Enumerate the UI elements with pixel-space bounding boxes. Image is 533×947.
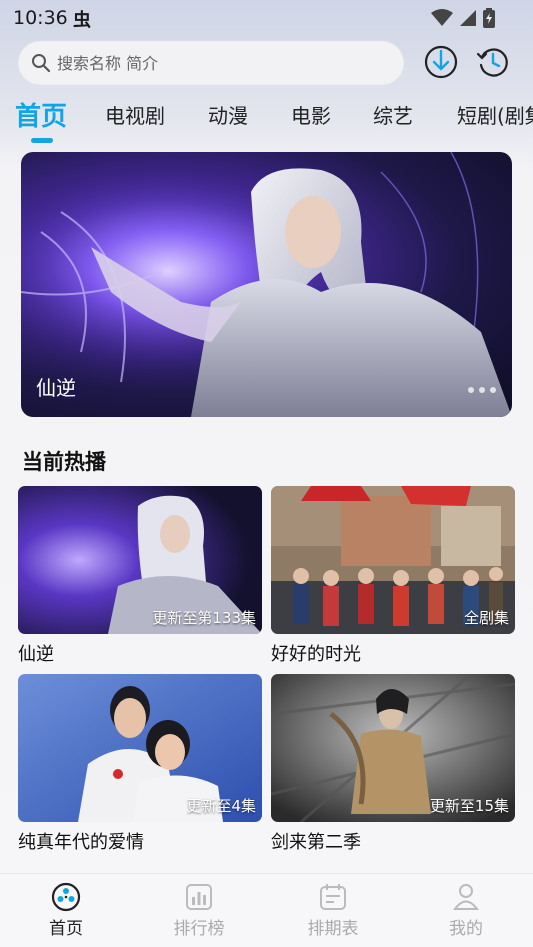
history-icon[interactable] <box>476 45 510 79</box>
nav-ranking[interactable]: 排行榜 <box>154 882 244 939</box>
tab-tv-series[interactable]: 电视剧 <box>105 100 165 129</box>
video-card[interactable]: 全剧集 好好的时光 <box>271 486 515 666</box>
category-tabs: 首页 电视剧 动漫 电影 综艺 短剧(剧集 <box>0 96 533 140</box>
search-icon <box>32 54 51 73</box>
nav-label: 排期表 <box>307 919 359 939</box>
nav-label: 首页 <box>49 919 83 939</box>
status-icons <box>431 8 495 28</box>
home-reel-icon <box>51 882 81 912</box>
hero-banner[interactable]: 仙逆 <box>21 152 512 417</box>
nav-schedule[interactable]: 排期表 <box>288 882 378 939</box>
tab-short-drama[interactable]: 短剧(剧集 <box>457 100 533 129</box>
nav-label: 我的 <box>449 919 483 939</box>
tab-variety[interactable]: 综艺 <box>373 100 413 129</box>
ranking-icon <box>186 884 212 910</box>
card-thumbnail: 更新至4集 <box>18 674 262 822</box>
card-title: 剑来第二季 <box>271 832 361 853</box>
card-thumbnail: 更新至15集 <box>271 674 515 822</box>
active-tab-indicator <box>31 138 53 143</box>
profile-icon <box>453 884 479 910</box>
nav-profile[interactable]: 我的 <box>421 882 511 939</box>
tab-home[interactable]: 首页 <box>15 96 67 133</box>
wifi-icon <box>431 9 453 26</box>
card-thumbnail: 更新至第133集 <box>18 486 262 634</box>
app-notification-icon: 虫 <box>73 10 91 31</box>
tab-anime[interactable]: 动漫 <box>208 100 248 129</box>
section-title: 当前热播 <box>22 450 106 474</box>
episode-badge: 更新至15集 <box>429 797 509 815</box>
tab-movies[interactable]: 电影 <box>291 100 331 129</box>
carousel-indicator <box>468 387 496 393</box>
search-input[interactable] <box>57 53 377 73</box>
nav-home[interactable]: 首页 <box>21 882 111 939</box>
episode-badge: 更新至第133集 <box>152 609 256 627</box>
video-card[interactable]: 更新至第133集 仙逆 <box>18 486 262 666</box>
card-title: 仙逆 <box>18 644 54 665</box>
banner-artwork <box>21 152 512 417</box>
schedule-icon <box>320 884 346 910</box>
banner-title: 仙逆 <box>36 376 76 400</box>
episode-badge: 全剧集 <box>463 609 509 627</box>
bottom-navigation: 首页 排行榜 排期表 我的 <box>0 873 533 947</box>
card-thumbnail: 全剧集 <box>271 486 515 634</box>
episode-badge: 更新至4集 <box>186 797 256 815</box>
video-card[interactable]: 更新至15集 剑来第二季 <box>271 674 515 854</box>
status-time: 10:36 <box>13 7 68 29</box>
battery-icon <box>483 8 495 28</box>
status-bar: 10:36 虫 <box>0 0 533 36</box>
download-icon[interactable] <box>424 45 458 79</box>
signal-icon <box>460 10 476 26</box>
search-box[interactable] <box>18 41 404 85</box>
card-title: 好好的时光 <box>271 644 361 665</box>
card-title: 纯真年代的爱情 <box>18 832 144 853</box>
video-card[interactable]: 更新至4集 纯真年代的爱情 <box>18 674 262 854</box>
nav-label: 排行榜 <box>173 919 225 939</box>
